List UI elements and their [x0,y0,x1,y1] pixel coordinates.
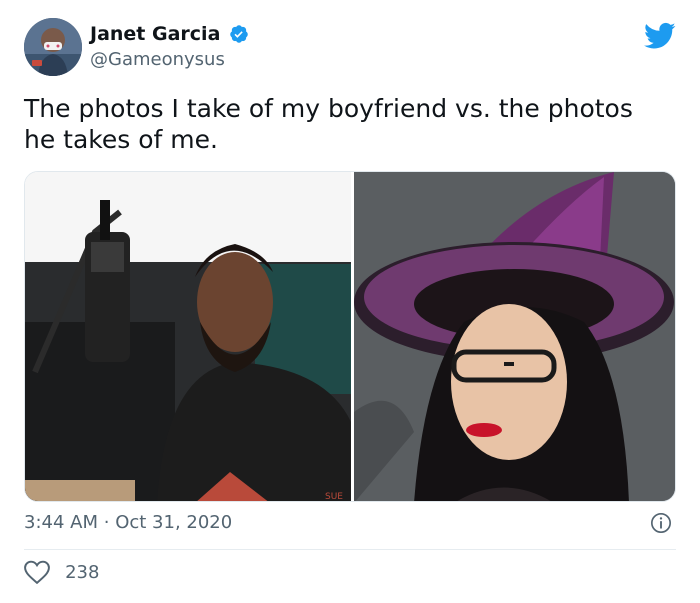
tweet-card: Janet Garcia @Gameonysus The photos I ta… [0,0,700,603]
timestamp[interactable]: 3:44 AM · Oct 31, 2020 [24,509,676,537]
tweet-text: The photos I take of my boyfriend vs. th… [24,94,633,154]
tweet-header: Janet Garcia @Gameonysus [24,18,676,78]
verified-badge-icon [230,25,249,43]
tweet-meta: 3:44 AM · Oct 31, 2020 [24,509,676,537]
media-grid[interactable]: SUE [24,171,676,502]
twitter-bird-icon[interactable] [644,22,676,50]
girlfriend-photo[interactable] [354,172,675,501]
tweet-time: 3:44 AM [24,512,98,533]
heart-icon[interactable] [24,560,50,584]
like-count[interactable]: 238 [65,562,99,583]
tweet-date: Oct 31, 2020 [115,512,233,533]
svg-text:SUE: SUE [325,492,343,502]
info-icon[interactable] [650,512,672,534]
author-names: Janet Garcia @Gameonysus [90,22,249,72]
avatar[interactable] [24,18,82,76]
handle[interactable]: @Gameonysus [90,48,249,72]
meta-separator: · [103,512,110,533]
tweet-actions: 238 [24,560,99,590]
divider [24,549,676,550]
display-name[interactable]: Janet Garcia [90,22,220,46]
boyfriend-photo[interactable]: SUE [25,172,351,502]
